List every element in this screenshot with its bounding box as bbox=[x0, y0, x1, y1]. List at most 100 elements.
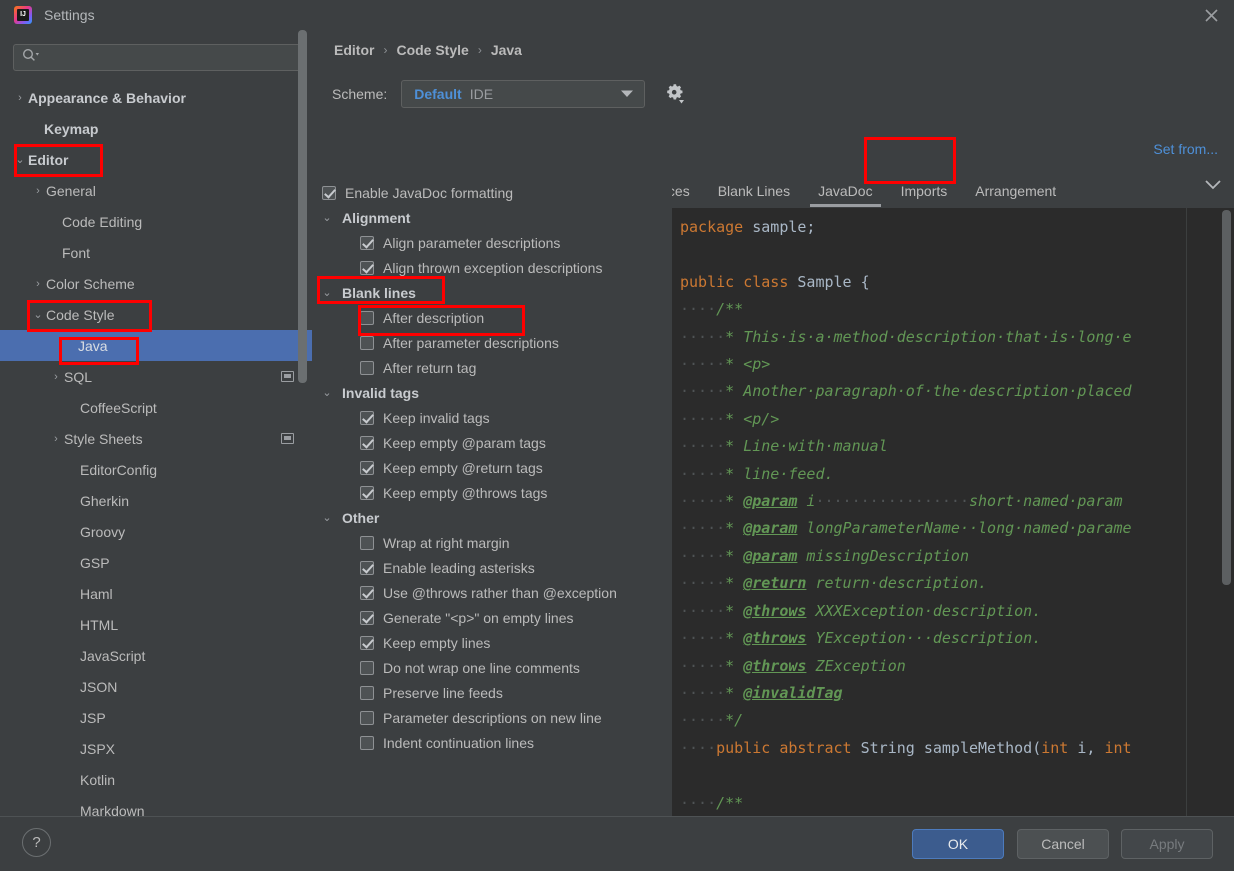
checkbox[interactable] bbox=[360, 735, 374, 750]
option-parameter-descriptions-on-new-line[interactable]: Parameter descriptions on new line bbox=[312, 705, 672, 730]
option-after-description[interactable]: After description bbox=[312, 305, 672, 330]
sidebar-scrollbar-thumb[interactable] bbox=[298, 30, 307, 383]
option-enable-javadoc-formatting[interactable]: Enable JavaDoc formatting bbox=[312, 180, 672, 205]
sidebar-item-editorconfig[interactable]: EditorConfig bbox=[0, 454, 312, 485]
breadcrumb-item[interactable]: Java bbox=[491, 42, 522, 58]
checkbox[interactable] bbox=[360, 660, 374, 675]
checkbox[interactable] bbox=[360, 610, 374, 625]
checkbox[interactable] bbox=[360, 560, 374, 575]
search-box[interactable] bbox=[13, 44, 303, 71]
option-align-thrown-exception-descriptions[interactable]: Align thrown exception descriptions bbox=[312, 255, 672, 280]
option-use-throws-rather-than-exception[interactable]: Use @throws rather than @exception bbox=[312, 580, 672, 605]
sidebar-item-style-sheets[interactable]: › Style Sheets bbox=[0, 423, 312, 454]
preview-vertical-scrollbar[interactable] bbox=[1222, 210, 1231, 585]
tab-arrangement[interactable]: Arrangement bbox=[961, 174, 1070, 207]
option-enable-leading-asterisks[interactable]: Enable leading asterisks bbox=[312, 555, 672, 580]
settings-tree[interactable]: › Appearance & Behavior Keymap ⌄ Editor › Gene… bbox=[0, 82, 312, 816]
chevron-down-icon[interactable] bbox=[1204, 178, 1222, 193]
option-wrap-at-right-margin[interactable]: Wrap at right margin bbox=[312, 530, 672, 555]
sidebar-item-gherkin[interactable]: Gherkin bbox=[0, 485, 312, 516]
option-group-blank-lines[interactable]: ⌄ Blank lines bbox=[312, 280, 672, 305]
chevron-right-icon[interactable]: › bbox=[30, 185, 46, 197]
option-after-return-tag[interactable]: After return tag bbox=[312, 355, 672, 380]
option-group-invalid-tags[interactable]: ⌄ Invalid tags bbox=[312, 380, 672, 405]
checkbox[interactable] bbox=[360, 685, 374, 700]
sidebar-item-jsp[interactable]: JSP bbox=[0, 702, 312, 733]
option-group-other[interactable]: ⌄ Other bbox=[312, 505, 672, 530]
checkbox[interactable] bbox=[360, 485, 374, 500]
checkbox[interactable] bbox=[360, 335, 374, 350]
sidebar-item-appearance-behavior[interactable]: › Appearance & Behavior bbox=[0, 82, 312, 113]
chevron-down-icon[interactable]: ⌄ bbox=[320, 511, 334, 524]
tab-blank-lines[interactable]: Blank Lines bbox=[704, 174, 804, 207]
sidebar-item-code-style[interactable]: ⌄ Code Style bbox=[0, 299, 312, 330]
sidebar-item-code-editing[interactable]: Code Editing bbox=[0, 206, 312, 237]
tab-javadoc[interactable]: JavaDoc bbox=[804, 174, 886, 207]
option-indent-continuation-lines[interactable]: Indent continuation lines bbox=[312, 730, 672, 755]
option-keep-empty-lines[interactable]: Keep empty lines bbox=[312, 630, 672, 655]
sidebar-item-keymap[interactable]: Keymap bbox=[0, 113, 312, 144]
chevron-down-icon[interactable]: ⌄ bbox=[30, 308, 46, 321]
chevron-down-icon[interactable]: ⌄ bbox=[320, 386, 334, 399]
sidebar-item-gsp[interactable]: GSP bbox=[0, 547, 312, 578]
option-preserve-line-feeds[interactable]: Preserve line feeds bbox=[312, 680, 672, 705]
cancel-button[interactable]: Cancel bbox=[1017, 829, 1109, 859]
checkbox[interactable] bbox=[360, 710, 374, 725]
sidebar-item-javascript[interactable]: JavaScript bbox=[0, 640, 312, 671]
gear-icon[interactable] bbox=[665, 83, 687, 105]
checkbox[interactable] bbox=[360, 260, 374, 275]
checkbox[interactable] bbox=[360, 310, 374, 325]
sidebar-item-kotlin[interactable]: Kotlin bbox=[0, 764, 312, 795]
chevron-right-icon[interactable]: › bbox=[48, 433, 64, 445]
option-generate-p-on-empty-lines[interactable]: Generate "<p>" on empty lines bbox=[312, 605, 672, 630]
chevron-down-icon[interactable]: ⌄ bbox=[12, 153, 28, 166]
option-keep-empty-return-tags[interactable]: Keep empty @return tags bbox=[312, 455, 672, 480]
option-keep-empty-throws-tags[interactable]: Keep empty @throws tags bbox=[312, 480, 672, 505]
option-align-parameter-descriptions[interactable]: Align parameter descriptions bbox=[312, 230, 672, 255]
option-keep-empty-param-tags[interactable]: Keep empty @param tags bbox=[312, 430, 672, 455]
option-keep-invalid-tags[interactable]: Keep invalid tags bbox=[312, 405, 672, 430]
sidebar-item-java[interactable]: Java bbox=[0, 330, 312, 361]
help-button[interactable]: ? bbox=[22, 828, 51, 857]
checkbox[interactable] bbox=[360, 360, 374, 375]
set-from-link[interactable]: Set from... bbox=[1153, 141, 1218, 157]
checkbox[interactable] bbox=[360, 435, 374, 450]
chevron-right-icon[interactable]: › bbox=[12, 92, 28, 104]
apply-button[interactable]: Apply bbox=[1121, 829, 1213, 859]
sidebar-item-editor[interactable]: ⌄ Editor bbox=[0, 144, 312, 175]
scheme-dropdown[interactable]: Default IDE bbox=[401, 80, 646, 108]
sidebar-scrollbar[interactable] bbox=[298, 30, 307, 764]
sidebar-item-coffeescript[interactable]: CoffeeScript bbox=[0, 392, 312, 423]
ok-button[interactable]: OK bbox=[912, 829, 1004, 859]
javadoc-options-pane[interactable]: Enable JavaDoc formatting ⌄ Alignment Align… bbox=[312, 180, 672, 816]
sidebar-item-markdown[interactable]: Markdown bbox=[0, 795, 312, 817]
sidebar-item-groovy[interactable]: Groovy bbox=[0, 516, 312, 547]
sidebar-item-haml[interactable]: Haml bbox=[0, 578, 312, 609]
sidebar-item-general[interactable]: › General bbox=[0, 175, 312, 206]
checkbox[interactable] bbox=[360, 585, 374, 600]
sidebar-item-font[interactable]: Font bbox=[0, 237, 312, 268]
close-icon[interactable] bbox=[1188, 0, 1234, 30]
sidebar-item-html[interactable]: HTML bbox=[0, 609, 312, 640]
tab-imports[interactable]: Imports bbox=[887, 174, 962, 207]
checkbox[interactable] bbox=[360, 635, 374, 650]
chevron-right-icon[interactable]: › bbox=[48, 371, 64, 383]
checkbox[interactable] bbox=[360, 410, 374, 425]
option-after-parameter-descriptions[interactable]: After parameter descriptions bbox=[312, 330, 672, 355]
chevron-right-icon[interactable]: › bbox=[30, 278, 46, 290]
checkbox[interactable] bbox=[322, 185, 336, 200]
sidebar-item-sql[interactable]: › SQL bbox=[0, 361, 312, 392]
sidebar-item-json[interactable]: JSON bbox=[0, 671, 312, 702]
option-group-alignment[interactable]: ⌄ Alignment bbox=[312, 205, 672, 230]
option-do-not-wrap-one-line-comments[interactable]: Do not wrap one line comments bbox=[312, 655, 672, 680]
sidebar-item-jspx[interactable]: JSPX bbox=[0, 733, 312, 764]
chevron-down-icon[interactable]: ⌄ bbox=[320, 286, 334, 299]
checkbox[interactable] bbox=[360, 535, 374, 550]
checkbox[interactable] bbox=[360, 460, 374, 475]
breadcrumb-item[interactable]: Editor bbox=[334, 42, 374, 58]
breadcrumb-item[interactable]: Code Style bbox=[396, 42, 468, 58]
code-preview-pane[interactable]: package sample; public class Sample { ··… bbox=[672, 208, 1234, 846]
checkbox[interactable] bbox=[360, 235, 374, 250]
sidebar-item-color-scheme[interactable]: › Color Scheme bbox=[0, 268, 312, 299]
chevron-down-icon[interactable]: ⌄ bbox=[320, 211, 334, 224]
